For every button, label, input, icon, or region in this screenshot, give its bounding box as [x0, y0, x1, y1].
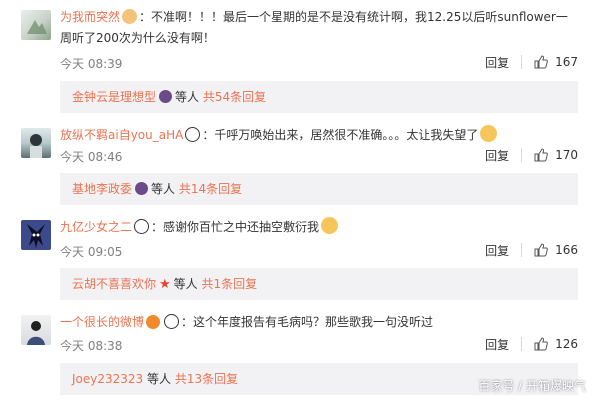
- like-button[interactable]: 126: [534, 337, 578, 351]
- sub-replies-box[interactable]: 金钟云是理想型 等人 共54条回复: [60, 81, 578, 113]
- thumbs-up-icon: [534, 243, 548, 257]
- like-count: 166: [555, 243, 578, 257]
- comment-username[interactable]: 一个很长的微博: [60, 315, 144, 329]
- divider: [521, 337, 523, 351]
- sub-replies-box[interactable]: 云胡不喜喜欢你 ★ 等人 共1条回复: [60, 268, 578, 300]
- like-button[interactable]: 170: [534, 148, 578, 162]
- avatar[interactable]: [21, 220, 51, 250]
- divider: [521, 148, 523, 162]
- comment-username[interactable]: 为我而突然: [60, 10, 120, 24]
- badge-icon: [135, 182, 149, 195]
- sub-replies-box[interactable]: 基地李政委 等人 共14条回复: [60, 173, 578, 205]
- like-count: 170: [555, 148, 578, 162]
- star-badge-icon: ★: [159, 277, 171, 292]
- reply-button[interactable]: 回复: [485, 336, 509, 353]
- sub-reply-count-link[interactable]: 共1条回复: [202, 277, 258, 291]
- panda-icon: [164, 314, 180, 329]
- comment-time: 今天 08:39: [60, 57, 123, 71]
- thumbs-up-icon: [534, 55, 548, 69]
- thumbs-up-icon: [534, 337, 548, 351]
- comment-text: ：感谢你百忙之中还抽空敷衍我: [151, 220, 320, 234]
- divider: [521, 243, 523, 257]
- panda-icon: [134, 219, 150, 234]
- avatar[interactable]: [21, 315, 51, 345]
- sub-reply-others: 等人: [173, 277, 198, 291]
- flower-badge-icon: [146, 315, 161, 329]
- panda-icon: [185, 127, 201, 142]
- watermark: 百家号 / 开箱爆映气: [478, 379, 586, 393]
- reply-button[interactable]: 回复: [485, 147, 509, 164]
- sub-reply-count-link[interactable]: 共54条回复: [203, 90, 266, 104]
- sub-reply-others: 等人: [175, 90, 200, 104]
- sub-reply-others: 等人: [151, 182, 176, 196]
- disappointed-face-icon: [480, 125, 498, 142]
- smile-face-icon: [321, 217, 339, 234]
- comment-time: 今天 08:46: [60, 150, 123, 164]
- thumbs-up-icon: [534, 148, 548, 162]
- comment-text: ：这个年度报告有毛病吗？那些歌我一句没听过: [181, 315, 434, 329]
- sub-reply-count-link[interactable]: 共14条回复: [179, 182, 242, 196]
- sub-reply-user[interactable]: 基地李政委: [72, 182, 132, 196]
- badge-icon: [159, 90, 173, 103]
- comment-text: ：千呼万唤始出来，居然很不准确。。。太让我失望了: [202, 128, 479, 142]
- reply-button[interactable]: 回复: [485, 54, 509, 71]
- sub-reply-user[interactable]: 云胡不喜喜欢你: [72, 277, 156, 291]
- comment-time: 今天 09:05: [60, 245, 123, 259]
- sub-reply-user[interactable]: Joey232323: [72, 372, 143, 386]
- like-button[interactable]: 167: [534, 55, 578, 69]
- comment-username[interactable]: 放纵不羁ai自you_aHA: [60, 128, 183, 142]
- comment-username[interactable]: 九亿少女之二: [60, 220, 132, 234]
- like-count: 126: [555, 337, 578, 351]
- reply-button[interactable]: 回复: [485, 242, 509, 259]
- avatar[interactable]: [21, 10, 51, 40]
- comment-time: 今天 08:38: [60, 339, 123, 353]
- crown-badge-icon: [122, 9, 138, 24]
- like-count: 167: [555, 55, 578, 69]
- sub-reply-count-link[interactable]: 共13条回复: [175, 372, 238, 386]
- sub-reply-user[interactable]: 金钟云是理想型: [72, 90, 156, 104]
- sub-reply-others: 等人: [147, 372, 172, 386]
- avatar[interactable]: [21, 128, 51, 158]
- divider: [521, 55, 523, 69]
- like-button[interactable]: 166: [534, 243, 578, 257]
